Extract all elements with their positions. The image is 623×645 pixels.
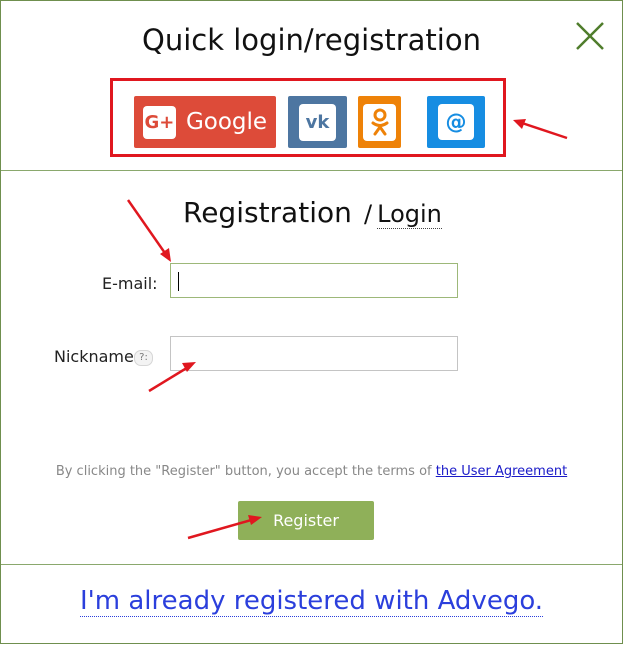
- quick-login-dialog: Quick login/registration G+ Google vk @ …: [0, 0, 623, 644]
- annotation-arrow-register: [187, 515, 262, 540]
